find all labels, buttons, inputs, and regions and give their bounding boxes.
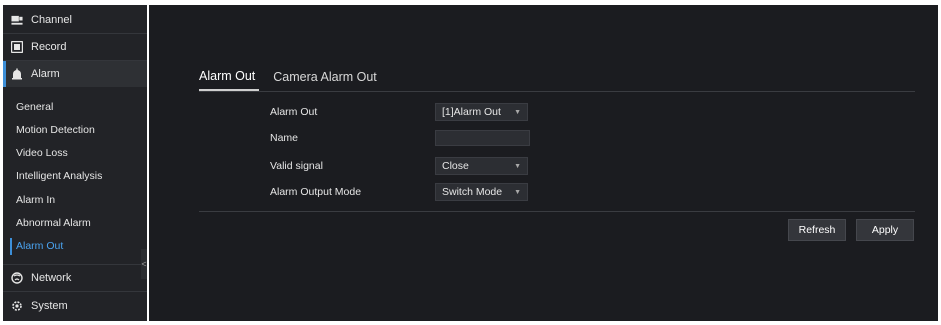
gear-icon xyxy=(11,300,23,312)
sidebar-item-record[interactable]: Record xyxy=(3,34,147,60)
sidebar-subitem-abnormal-alarm[interactable]: Abnormal Alarm xyxy=(3,212,147,234)
sidebar-subitem-label: Alarm In xyxy=(16,194,56,206)
sidebar-subitem-video-loss[interactable]: Video Loss xyxy=(3,142,147,164)
divider xyxy=(3,291,147,292)
valid-signal-row: Valid signal Close ▼ xyxy=(270,156,528,176)
sidebar-subitem-motion-detection[interactable]: Motion Detection xyxy=(3,119,147,141)
sidebar-item-system[interactable]: System xyxy=(3,293,147,319)
refresh-button[interactable]: Refresh xyxy=(788,219,846,241)
apply-button-label: Apply xyxy=(871,224,899,236)
tab-label: Camera Alarm Out xyxy=(273,70,377,84)
chevron-left-icon: < xyxy=(141,259,147,269)
name-row: Name xyxy=(270,128,530,148)
output-mode-row: Alarm Output Mode Switch Mode ▼ xyxy=(270,182,528,202)
valid-signal-value: Close xyxy=(442,160,469,172)
valid-signal-label: Valid signal xyxy=(270,160,323,172)
refresh-button-label: Refresh xyxy=(798,224,836,236)
sidebar-subitem-label: General xyxy=(16,101,54,113)
alarm-out-row: Alarm Out [1]Alarm Out ▼ xyxy=(270,102,528,122)
tab-label: Alarm Out xyxy=(199,69,256,83)
network-icon xyxy=(11,272,23,284)
sidebar-item-label: Record xyxy=(31,41,67,53)
output-mode-select[interactable]: Switch Mode ▼ xyxy=(435,183,528,201)
chevron-down-icon: ▼ xyxy=(514,108,521,116)
alarm-icon xyxy=(11,68,23,80)
main-panel: Alarm Out Camera Alarm Out Alarm Out [1]… xyxy=(149,5,938,321)
output-mode-value: Switch Mode xyxy=(442,186,503,198)
sidebar-subitem-alarm-out[interactable]: Alarm Out xyxy=(3,235,147,257)
record-icon xyxy=(11,41,23,53)
alarm-out-value: [1]Alarm Out xyxy=(442,106,501,118)
output-mode-label: Alarm Output Mode xyxy=(270,186,362,198)
sidebar-subitem-label: Video Loss xyxy=(16,147,68,159)
channel-icon xyxy=(11,14,23,26)
tab-divider xyxy=(199,91,915,92)
tab-bar: Alarm Out Camera Alarm Out xyxy=(199,63,391,93)
name-label: Name xyxy=(270,132,299,144)
name-input[interactable] xyxy=(435,130,530,146)
sidebar-subitem-intelligent-analysis[interactable]: Intelligent Analysis xyxy=(3,165,147,187)
sidebar-subitem-label: Motion Detection xyxy=(16,124,95,136)
sidebar-subitem-general[interactable]: General xyxy=(3,96,147,118)
sidebar-subitem-label: Alarm Out xyxy=(16,240,64,252)
chevron-down-icon: ▼ xyxy=(514,188,521,196)
tab-alarm-out[interactable]: Alarm Out xyxy=(199,63,260,91)
sidebar-subitem-label: Abnormal Alarm xyxy=(16,217,91,229)
tab-camera-alarm-out[interactable]: Camera Alarm Out xyxy=(273,63,377,91)
sidebar-item-label: System xyxy=(31,300,68,312)
alarm-out-select[interactable]: [1]Alarm Out ▼ xyxy=(435,103,528,121)
sidebar-collapse-toggle[interactable]: < xyxy=(141,249,147,279)
sidebar: Channel Record Alarm General Motion Dete… xyxy=(3,5,147,321)
sidebar-item-alarm[interactable]: Alarm xyxy=(3,61,147,87)
sidebar-subitem-alarm-in[interactable]: Alarm In xyxy=(3,189,147,211)
chevron-down-icon: ▼ xyxy=(514,162,521,170)
app-window: Channel Record Alarm General Motion Dete… xyxy=(0,0,941,325)
valid-signal-select[interactable]: Close ▼ xyxy=(435,157,528,175)
sidebar-subitem-label: Intelligent Analysis xyxy=(16,170,103,182)
sidebar-item-label: Network xyxy=(31,272,72,284)
alarm-out-label: Alarm Out xyxy=(270,106,318,118)
sidebar-item-label: Alarm xyxy=(31,68,60,80)
sidebar-item-channel[interactable]: Channel xyxy=(3,7,147,33)
form-divider xyxy=(199,211,915,212)
sidebar-item-network[interactable]: Network xyxy=(3,265,147,291)
sidebar-item-label: Channel xyxy=(31,14,72,26)
apply-button[interactable]: Apply xyxy=(856,219,914,241)
